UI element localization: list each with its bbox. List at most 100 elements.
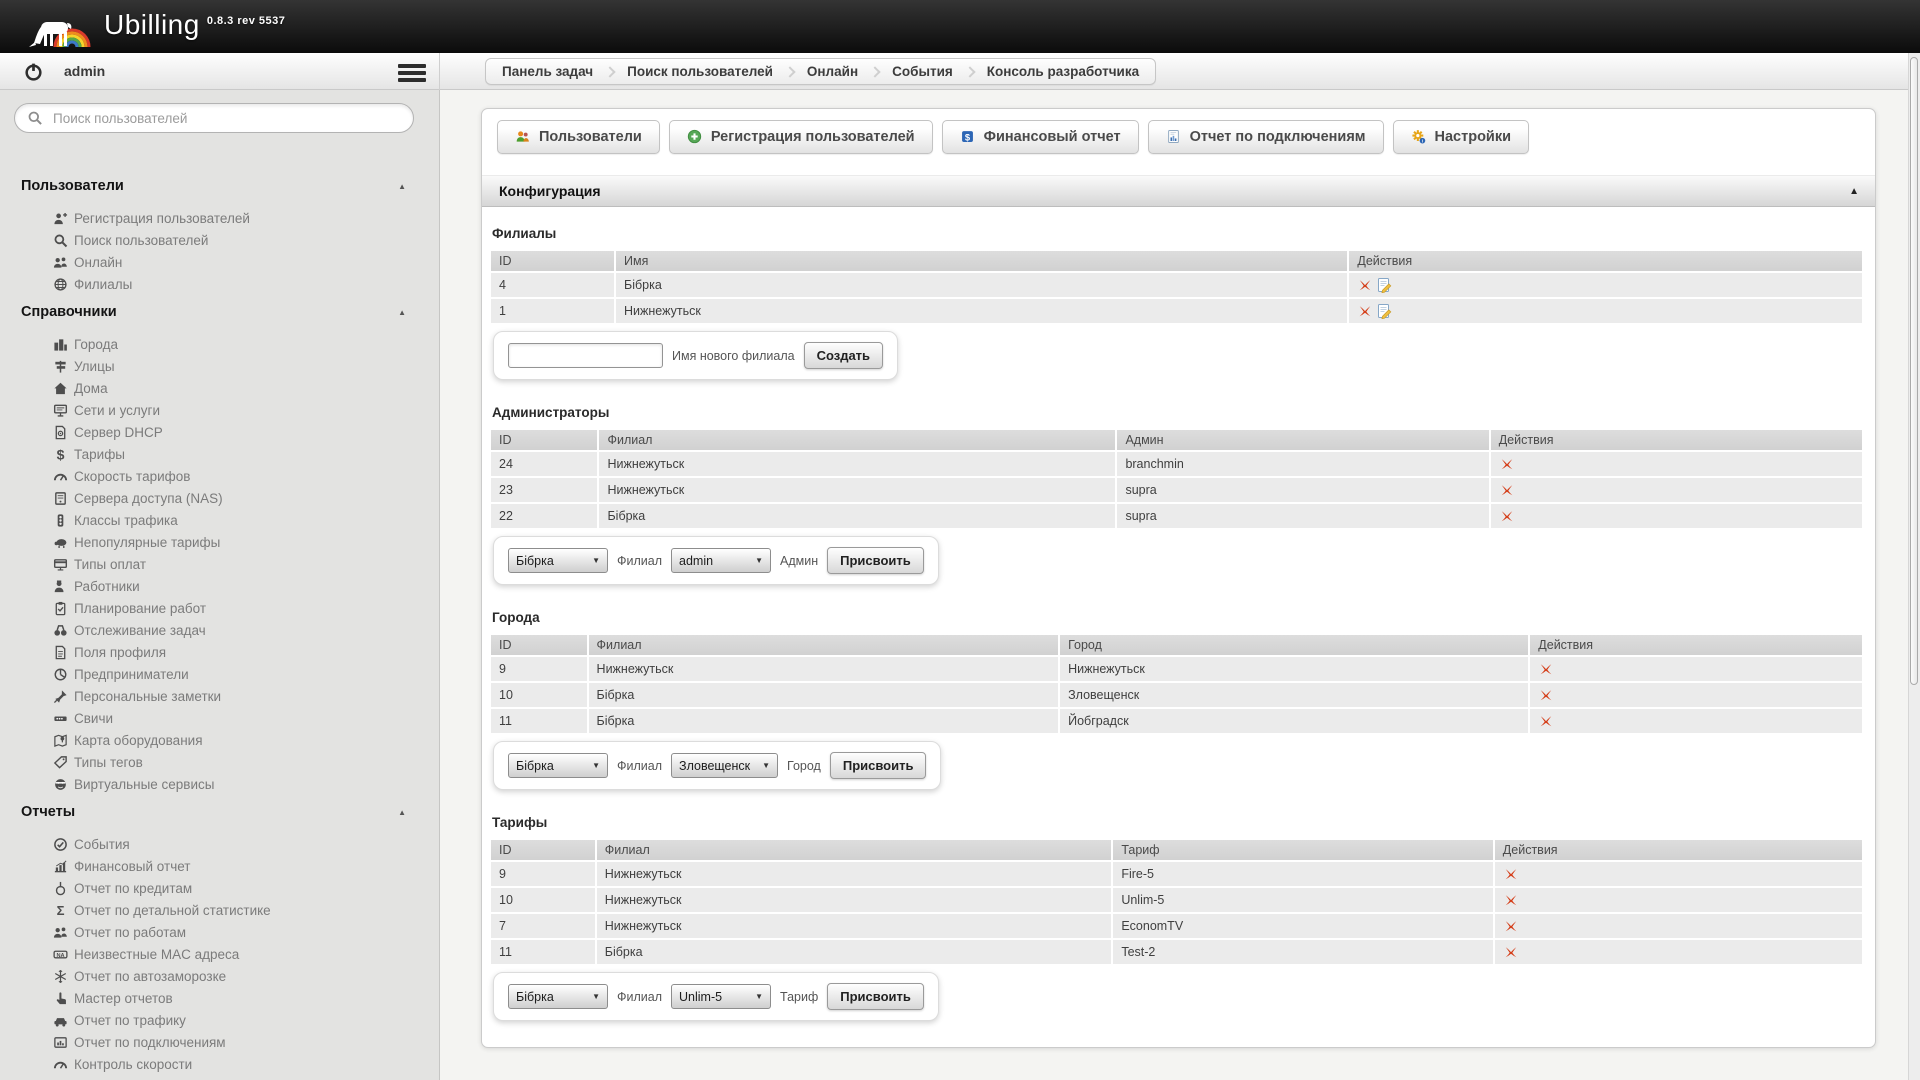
tab-finance[interactable]: $Финансовый отчет — [942, 120, 1139, 154]
breadcrumb-item[interactable]: Консоль разработчика — [975, 59, 1151, 84]
sidebar-item[interactable]: Персональные заметки — [52, 685, 439, 707]
tab-users[interactable]: Пользователи — [497, 120, 660, 154]
breadcrumb-item[interactable]: События — [880, 59, 965, 84]
delete-icon[interactable] — [1499, 508, 1518, 522]
sidebar-item[interactable]: Сервер DHCP — [52, 421, 439, 443]
page-scrollbar[interactable] — [1908, 53, 1920, 1080]
edit-icon[interactable] — [1376, 303, 1395, 317]
sidebar-item[interactable]: Улицы — [52, 355, 439, 377]
svg-text:NA: NA — [56, 952, 64, 958]
sidebar-item[interactable]: Предприниматели — [52, 663, 439, 685]
events-icon — [52, 836, 68, 852]
sidebar-item[interactable]: Онлайн — [52, 251, 439, 273]
search-input[interactable] — [51, 110, 401, 127]
sidebar-item[interactable]: $Тарифы — [52, 443, 439, 465]
tariffs-филиал-select[interactable]: Бібрка▼ — [508, 984, 608, 1009]
sidebar-item[interactable]: Непопулярные тарифы — [52, 531, 439, 553]
delete-icon[interactable] — [1499, 456, 1518, 470]
sidebar-section-header[interactable]: Пользователи▲ — [0, 175, 439, 197]
sidebar-item[interactable]: NAНеизвестные MAC адреса — [52, 943, 439, 965]
sidebar-item[interactable]: Отчет по кредитам — [52, 877, 439, 899]
delete-icon[interactable] — [1503, 866, 1522, 880]
tariffs-тариф-select[interactable]: Unlim-5▼ — [671, 984, 771, 1009]
sidebar-menu-toggle-icon[interactable] — [398, 64, 426, 85]
sidebar-item[interactable]: Города — [52, 333, 439, 355]
config-collapsible-header[interactable]: Конфигурация ▲ — [482, 175, 1875, 207]
admins-submit-button[interactable]: Присвоить — [827, 547, 924, 574]
services-section-title: Услуги — [492, 1046, 1866, 1048]
tab-connections[interactable]: Отчет по подключениям — [1148, 120, 1384, 154]
svg-text:Σ: Σ — [56, 903, 64, 918]
sidebar-item-label: Поиск пользователей — [74, 233, 208, 248]
delete-icon[interactable] — [1538, 661, 1557, 675]
sidebar-item[interactable]: Филиалы — [52, 273, 439, 295]
sidebar-item[interactable]: Контроль скорости — [52, 1053, 439, 1075]
sidebar-item[interactable]: Текущий кеш FDB — [52, 1075, 439, 1080]
column-header: Город — [1060, 635, 1528, 655]
breadcrumb-item[interactable]: Панель задач — [490, 59, 605, 84]
entrepreneurs-icon — [52, 666, 68, 682]
tariffs-submit-button[interactable]: Присвоить — [827, 983, 924, 1010]
sidebar-item[interactable]: Сети и услуги — [52, 399, 439, 421]
breadcrumb-item[interactable]: Поиск пользователей — [615, 59, 785, 84]
delete-icon[interactable] — [1503, 944, 1522, 958]
cities-город-select[interactable]: Зловещенск▼ — [671, 753, 778, 778]
sidebar-item[interactable]: События — [52, 833, 439, 855]
sidebar-item[interactable]: Мастер отчетов — [52, 987, 439, 1009]
delete-icon[interactable] — [1499, 482, 1518, 496]
sidebar-item[interactable]: ΣОтчет по детальной статистике — [52, 899, 439, 921]
sidebar-item[interactable]: Карта оборудования — [52, 729, 439, 751]
breadcrumb-item[interactable]: Онлайн — [795, 59, 870, 84]
sidebar-item[interactable]: Отчет по автозаморозке — [52, 965, 439, 987]
sidebar-item-label: Непопулярные тарифы — [74, 535, 220, 550]
delete-icon[interactable] — [1357, 303, 1376, 317]
sidebar-item[interactable]: Поля профиля — [52, 641, 439, 663]
branches-new-name-input[interactable] — [508, 343, 663, 368]
collapse-triangle-icon[interactable]: ▲ — [398, 302, 406, 324]
sidebar-item[interactable]: Типы оплат — [52, 553, 439, 575]
row-actions-cell — [1530, 657, 1862, 681]
sidebar-item[interactable]: Сервера доступа (NAS) — [52, 487, 439, 509]
chevron-down-icon: ▼ — [592, 992, 600, 1001]
sidebar-section-header[interactable]: Отчеты▲ — [0, 801, 439, 823]
delete-icon[interactable] — [1503, 918, 1522, 932]
sidebar-item[interactable]: Работники — [52, 575, 439, 597]
sidebar-item[interactable]: Отчет по трафику — [52, 1009, 439, 1031]
collapse-triangle-icon[interactable]: ▲ — [398, 176, 406, 198]
admins-админ-select[interactable]: admin▼ — [671, 548, 771, 573]
collapse-triangle-icon[interactable]: ▲ — [398, 802, 406, 824]
sidebar-item[interactable]: Планирование работ — [52, 597, 439, 619]
delete-icon[interactable] — [1538, 687, 1557, 701]
sidebar-item-label: Финансовый отчет — [74, 859, 190, 874]
cities-submit-button[interactable]: Присвоить — [830, 752, 927, 779]
sidebar-item-label: Карта оборудования — [74, 733, 203, 748]
sidebar-item[interactable]: Свичи — [52, 707, 439, 729]
delete-icon[interactable] — [1503, 892, 1522, 906]
delete-icon[interactable] — [1538, 713, 1557, 727]
sidebar-item[interactable]: Типы тегов — [52, 751, 439, 773]
sidebar-item[interactable]: Дома — [52, 377, 439, 399]
table-cell: Нижнежутьск — [599, 452, 1115, 476]
cities-филиал-select[interactable]: Бібрка▼ — [508, 753, 608, 778]
sidebar-item[interactable]: Регистрация пользователей — [52, 207, 439, 229]
edit-icon[interactable] — [1376, 277, 1395, 291]
tab-user-register[interactable]: Регистрация пользователей — [669, 120, 933, 154]
branches-submit-button[interactable]: Создать — [804, 342, 883, 369]
scrollbar-thumb[interactable] — [1910, 57, 1918, 685]
sidebar-item[interactable]: Финансовый отчет — [52, 855, 439, 877]
sidebar-section-header[interactable]: Справочники▲ — [0, 301, 439, 323]
sidebar-item[interactable]: Отчет по подключениям — [52, 1031, 439, 1053]
branches-section-title: Филиалы — [492, 226, 1866, 241]
admins-филиал-select[interactable]: Бібрка▼ — [508, 548, 608, 573]
employees-icon — [52, 578, 68, 594]
logout-power-icon[interactable] — [23, 61, 44, 82]
sidebar-item[interactable]: Отчет по работам — [52, 921, 439, 943]
sidebar-item[interactable]: Классы трафика — [52, 509, 439, 531]
collapse-up-icon[interactable]: ▲ — [1849, 176, 1859, 207]
sidebar-item[interactable]: Поиск пользователей — [52, 229, 439, 251]
tab-settings[interactable]: iНастройки — [1393, 120, 1530, 154]
delete-icon[interactable] — [1357, 277, 1376, 291]
sidebar-item[interactable]: Отслеживание задач — [52, 619, 439, 641]
sidebar-item[interactable]: Виртуальные сервисы — [52, 773, 439, 795]
sidebar-item[interactable]: Скорость тарифов — [52, 465, 439, 487]
